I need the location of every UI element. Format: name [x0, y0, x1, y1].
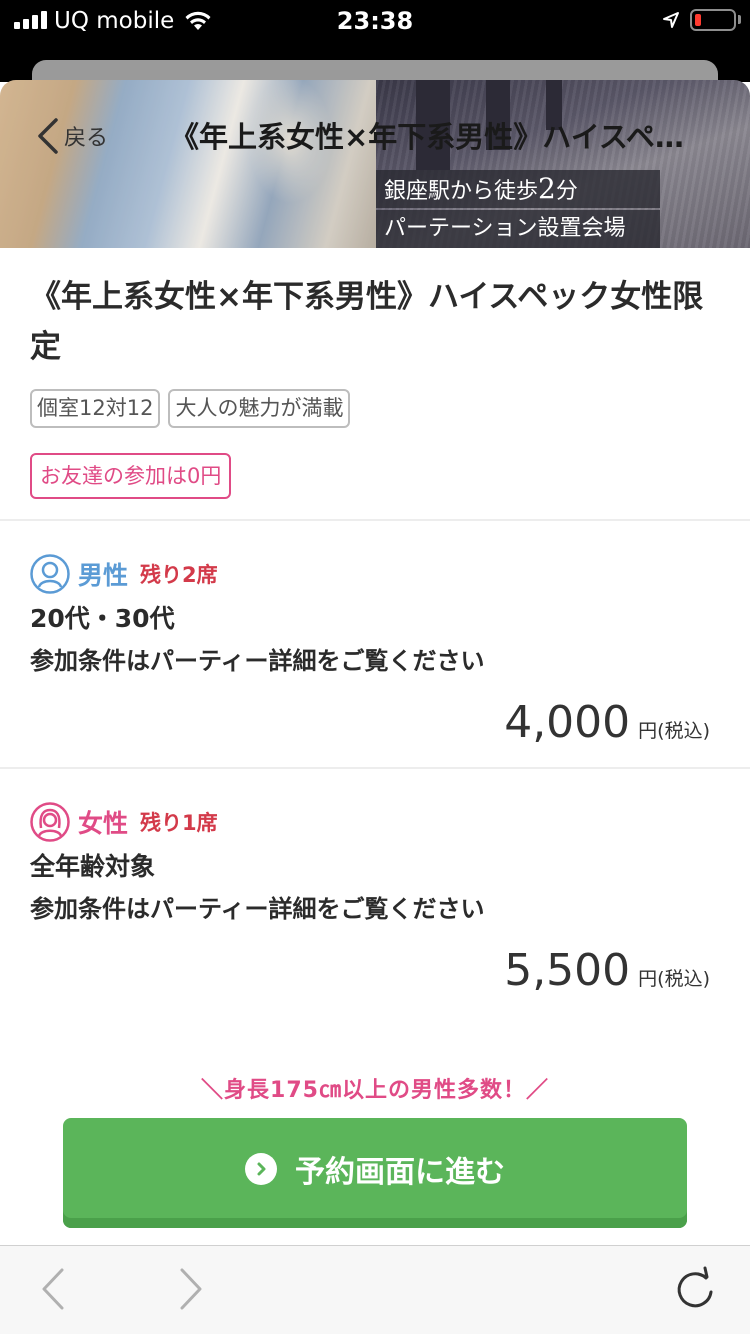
female-price-amount: 5,500 [504, 945, 631, 996]
clock: 23:38 [336, 7, 414, 35]
male-price-unit: 円(税込) [638, 720, 710, 742]
browser-back-icon[interactable] [38, 1266, 68, 1312]
male-age-range: 20代・30代 [30, 604, 175, 633]
page-title: 《年上系女性×年下系男性》ハイスペ… [170, 120, 684, 154]
browser-forward-icon[interactable] [176, 1266, 206, 1312]
tag-list: 個室12対12 大人の魅力が満載 [30, 389, 351, 428]
tag-charm: 大人の魅力が満載 [168, 389, 351, 428]
female-section: 女性 残り1席 全年齢対象 参加条件はパーティー詳細をご覧ください 5,500 … [30, 800, 720, 1000]
reserve-button[interactable]: 予約画面に進む [63, 1118, 687, 1228]
banner-photo-couple [0, 80, 376, 248]
female-price-unit: 円(税込) [638, 968, 710, 990]
female-price: 5,500 円(税込) [504, 945, 710, 996]
tag-room: 個室12対12 [30, 389, 161, 428]
male-avatar-icon [30, 554, 70, 594]
chevron-right-circle-icon [245, 1153, 277, 1185]
male-conditions: 参加条件はパーティー詳細をご覧ください [30, 647, 485, 675]
event-banner: 銀座駅から徒歩2分 パーテーション設置会場 [0, 80, 750, 248]
banner-caption-access: 銀座駅から徒歩2分 [376, 170, 660, 208]
reserve-button-label: 予約画面に進む [295, 1155, 505, 1190]
back-label: 戻る [64, 126, 109, 151]
event-title: 《年上系女性×年下系男性》ハイスペック女性限定 [30, 279, 704, 365]
back-button[interactable]: 戻る [34, 116, 108, 156]
promo-text: ＼身長175㎝以上の男性多数！／ [201, 1078, 549, 1103]
friend-free-tag: お友達の参加は0円 [30, 453, 232, 499]
divider [0, 767, 750, 769]
chevron-left-icon [38, 118, 58, 154]
battery-icon [690, 9, 736, 31]
female-age-range: 全年齢対象 [30, 852, 156, 881]
female-seats-remaining: 残り1席 [140, 811, 218, 835]
divider [0, 519, 750, 521]
male-price-amount: 4,000 [504, 697, 631, 748]
male-seats-remaining: 残り2席 [140, 563, 218, 587]
male-price: 4,000 円(税込) [504, 697, 710, 748]
male-label: 男性 [78, 561, 129, 590]
location-arrow-icon [663, 12, 679, 28]
female-label: 女性 [78, 809, 129, 838]
status-bar: UQ mobile 23:38 [0, 0, 750, 42]
female-conditions: 参加条件はパーティー詳細をご覧ください [30, 895, 485, 923]
reload-icon[interactable] [672, 1264, 718, 1314]
male-section: 男性 残り2席 20代・30代 参加条件はパーティー詳細をご覧ください 4,00… [30, 552, 720, 752]
battery-cap [738, 15, 741, 24]
female-avatar-icon [30, 802, 70, 842]
banner-caption-venue: パーテーション設置会場 [376, 210, 660, 248]
browser-toolbar [0, 1245, 750, 1334]
